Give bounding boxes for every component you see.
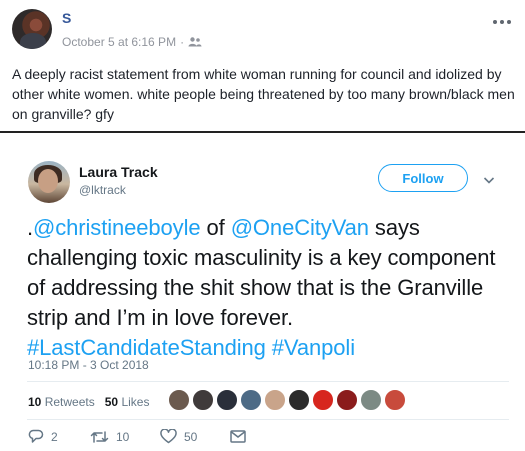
post-date[interactable]: October 5 at 6:16 PM — [62, 35, 176, 49]
liker-avatars — [168, 389, 406, 411]
liker-avatar[interactable] — [264, 389, 286, 411]
liker-avatar[interactable] — [360, 389, 382, 411]
liker-avatar[interactable] — [312, 389, 334, 411]
tweet-timestamp[interactable]: 10:18 PM - 3 Oct 2018 — [28, 358, 149, 372]
follow-button[interactable]: Follow — [378, 164, 468, 192]
hashtag-link[interactable]: #Vanpoli — [272, 335, 355, 360]
liker-avatar[interactable] — [168, 389, 190, 411]
likes-count: 50 — [104, 395, 119, 409]
liker-avatar[interactable] — [288, 389, 310, 411]
tweet-author-name[interactable]: Laura Track — [79, 164, 158, 180]
tweet-text-part: of — [200, 215, 231, 240]
divider — [27, 419, 509, 420]
author-name[interactable]: S — [62, 10, 71, 26]
tweet-text: .@christineeboyle of @OneCityVan says ch… — [27, 213, 519, 363]
divider — [27, 381, 509, 382]
facebook-post: S October 5 at 6:16 PM · A deeply racist… — [0, 0, 525, 131]
liker-avatar[interactable] — [216, 389, 238, 411]
heart-icon — [160, 429, 177, 444]
reply-action[interactable]: 2 — [28, 429, 90, 444]
retweet-icon — [90, 430, 109, 444]
envelope-icon — [230, 430, 246, 443]
likes-label: Likes — [121, 395, 150, 409]
mention-link[interactable]: @OneCityVan — [231, 215, 369, 240]
retweets-stat[interactable]: 10 Retweets — [28, 395, 95, 409]
author-avatar[interactable] — [12, 9, 52, 49]
retweets-count: 10 — [28, 395, 42, 409]
retweet-count: 10 — [116, 429, 130, 444]
message-action[interactable] — [230, 430, 246, 443]
more-icon[interactable] — [492, 13, 512, 24]
mention-link[interactable]: @christineeboyle — [33, 215, 201, 240]
reply-icon — [28, 429, 44, 444]
likes-stat[interactable]: 50 Likes — [105, 395, 150, 409]
like-action[interactable]: 50 — [160, 429, 230, 444]
tweet-author-handle[interactable]: @lktrack — [79, 183, 126, 197]
tweet-actions: 2 10 50 — [28, 429, 246, 444]
tweet-stats: 10 Retweets 50 Likes — [28, 395, 149, 409]
liker-avatar[interactable] — [384, 389, 406, 411]
liker-avatar[interactable] — [240, 389, 262, 411]
friends-icon[interactable] — [188, 37, 202, 47]
tweet-screenshot: Laura Track @lktrack Follow .@christinee… — [0, 133, 525, 451]
reply-count: 2 — [51, 429, 58, 444]
retweets-label: Retweets — [44, 395, 95, 409]
liker-avatar[interactable] — [192, 389, 214, 411]
liker-avatar[interactable] — [336, 389, 358, 411]
like-count: 50 — [184, 429, 198, 444]
retweet-action[interactable]: 10 — [90, 430, 160, 444]
meta-separator: · — [180, 35, 185, 49]
chevron-down-icon[interactable] — [483, 172, 495, 184]
hashtag-link[interactable]: #LastCandidateStanding — [27, 335, 266, 360]
post-meta: October 5 at 6:16 PM · — [62, 35, 202, 49]
post-text: A deeply racist statement from white wom… — [12, 66, 515, 122]
tweet-author-avatar[interactable] — [28, 161, 70, 203]
